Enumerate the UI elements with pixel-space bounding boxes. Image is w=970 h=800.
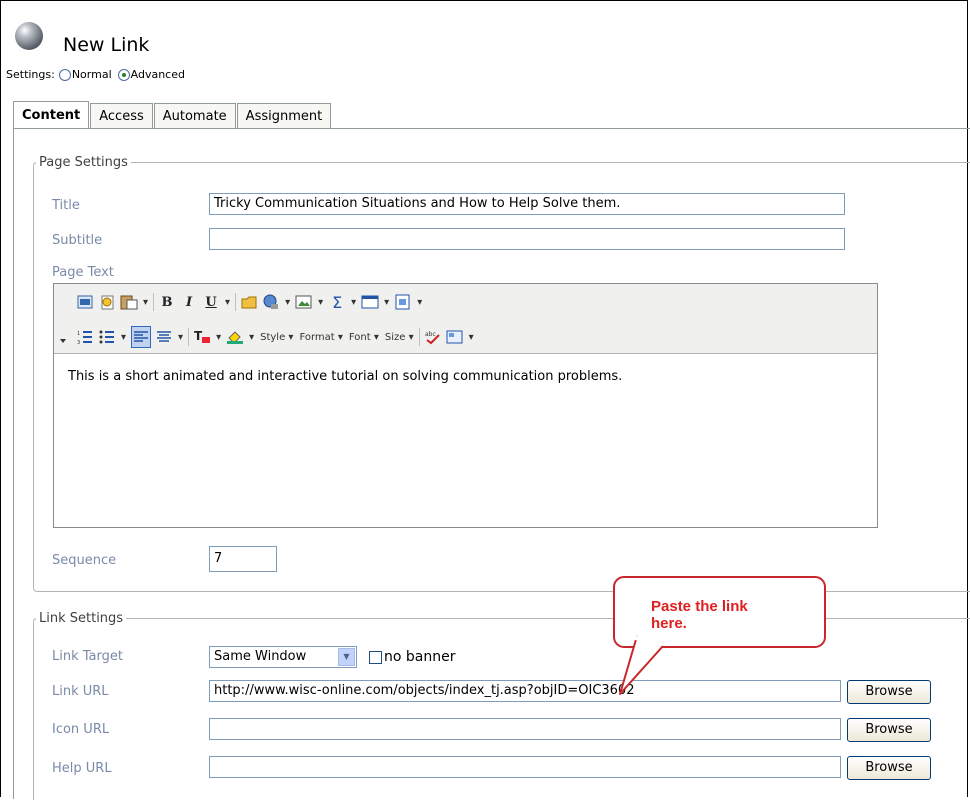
table-icon[interactable] [361, 292, 379, 312]
list-dropdown-icon[interactable]: ▾ [121, 327, 126, 347]
editor-toolbar-row-2: 13 ▾ ▾ T ▾ ▾ Style ▾ Format ▾ Font ▾ Siz… [74, 324, 477, 350]
align-left-icon[interactable] [131, 326, 152, 348]
sigma-dropdown-icon[interactable]: ▾ [351, 292, 356, 312]
insert-object-icon[interactable] [446, 327, 464, 347]
template-icon[interactable] [394, 292, 412, 312]
no-banner-label: no banner [384, 649, 456, 665]
tab-access[interactable]: Access [90, 103, 153, 129]
insert-dropdown-icon[interactable]: ▾ [469, 327, 474, 347]
link-settings-legend: Link Settings [39, 611, 124, 626]
toolbar-separator [188, 328, 190, 346]
size-dropdown[interactable]: Size ▾ [385, 327, 414, 347]
image-icon[interactable] [295, 292, 313, 312]
image-dropdown-icon[interactable]: ▾ [318, 292, 323, 312]
style-dropdown-label: Style [260, 331, 286, 343]
tab-bar: Content Access Automate Assignment [13, 101, 332, 129]
tab-assignment[interactable]: Assignment [236, 103, 332, 129]
format-dropdown[interactable]: Format ▾ [299, 327, 342, 347]
help-url-input[interactable] [209, 756, 841, 778]
svg-text:1: 1 [77, 331, 80, 337]
font-dropdown-label: Font [348, 331, 371, 343]
help-url-label: Help URL [52, 761, 112, 776]
style-dropdown[interactable]: Style ▾ [260, 327, 293, 347]
text-color-dropdown-icon[interactable]: ▾ [216, 327, 221, 347]
link-url-label: Link URL [52, 684, 109, 699]
sigma-icon[interactable]: Σ [328, 292, 346, 312]
bullet-list-icon[interactable] [98, 327, 116, 347]
toolbar-separator [418, 328, 420, 346]
paste-icon[interactable] [120, 292, 138, 312]
svg-text:abc: abc [425, 331, 436, 338]
align-center-icon[interactable] [155, 327, 173, 347]
bg-color-icon[interactable] [226, 327, 244, 347]
page-text-label: Page Text [52, 265, 114, 280]
rich-text-editor [53, 283, 878, 528]
format-dropdown-icon[interactable]: ▾ [225, 292, 230, 312]
advanced-radio[interactable] [117, 68, 130, 81]
bg-color-dropdown-icon[interactable]: ▾ [249, 327, 254, 347]
size-dropdown-label: Size [384, 331, 406, 343]
svg-text:3: 3 [77, 340, 80, 345]
link-url-browse-button[interactable]: Browse [847, 680, 931, 704]
link-target-label: Link Target [52, 649, 123, 664]
spellcheck-icon[interactable]: abc [424, 327, 442, 347]
tab-content[interactable]: Content [13, 101, 90, 129]
title-label: Title [52, 198, 80, 213]
editor-toolbar-row-1: ▾ B I U ▾ ▾ ▾ Σ ▾ ▾ ▾ [74, 289, 425, 315]
anchor-dropdown-icon[interactable]: ▾ [285, 292, 290, 312]
table-dropdown-icon[interactable]: ▾ [384, 292, 389, 312]
help-url-browse-button[interactable]: Browse [847, 756, 931, 780]
settings-label: Settings: [6, 68, 55, 81]
underline-icon[interactable]: U [202, 292, 220, 312]
callout-text: Paste the link here. [651, 598, 748, 632]
text-color-icon[interactable]: T [193, 327, 211, 347]
link-globe-icon [15, 22, 43, 50]
callout-line-2: here. [651, 615, 687, 632]
normal-radio-label: Normal [71, 68, 112, 81]
icon-url-label: Icon URL [52, 722, 110, 737]
bold-icon[interactable]: B [158, 292, 176, 312]
paste-dropdown-icon[interactable]: ▾ [143, 292, 148, 312]
link-target-select[interactable]: Same Window ▼ [209, 646, 357, 668]
toolbar-collapse-icon[interactable] [60, 339, 66, 343]
anchor-icon[interactable] [262, 292, 280, 312]
svg-text:T: T [194, 329, 203, 343]
paste-word-icon[interactable] [98, 292, 116, 312]
toolbar-separator [153, 293, 155, 311]
link-target-value: Same Window [214, 649, 307, 664]
advanced-radio-label: Advanced [130, 68, 185, 81]
callout-line-1: Paste the link [651, 598, 748, 615]
callout-annotation: Paste the link here. [613, 576, 826, 695]
align-dropdown-icon[interactable]: ▾ [178, 327, 183, 347]
template-dropdown-icon[interactable]: ▾ [417, 292, 422, 312]
normal-radio[interactable] [58, 68, 71, 81]
no-banner-checkbox[interactable] [369, 651, 382, 664]
chevron-down-icon: ▼ [338, 648, 355, 666]
italic-icon[interactable]: I [180, 292, 198, 312]
ordered-list-icon[interactable]: 13 [76, 327, 94, 347]
tab-automate[interactable]: Automate [153, 103, 236, 129]
sequence-input[interactable]: 7 [209, 546, 277, 572]
sequence-label: Sequence [52, 553, 117, 568]
subtitle-label: Subtitle [52, 233, 103, 248]
title-input[interactable]: Tricky Communication Situations and How … [209, 193, 845, 215]
page-settings-legend: Page Settings [39, 155, 128, 170]
font-dropdown[interactable]: Font ▾ [349, 327, 379, 347]
icon-url-browse-button[interactable]: Browse [847, 718, 931, 742]
source-icon[interactable] [76, 292, 94, 312]
toolbar-separator [235, 293, 237, 311]
link-icon[interactable] [240, 292, 258, 312]
editor-content[interactable]: This is a short animated and interactive… [68, 369, 622, 384]
page-title: New Link [63, 34, 150, 56]
settings-row: Settings: Normal Advanced [6, 68, 185, 81]
subtitle-input[interactable] [209, 228, 845, 250]
format-dropdown-label: Format [299, 331, 335, 343]
